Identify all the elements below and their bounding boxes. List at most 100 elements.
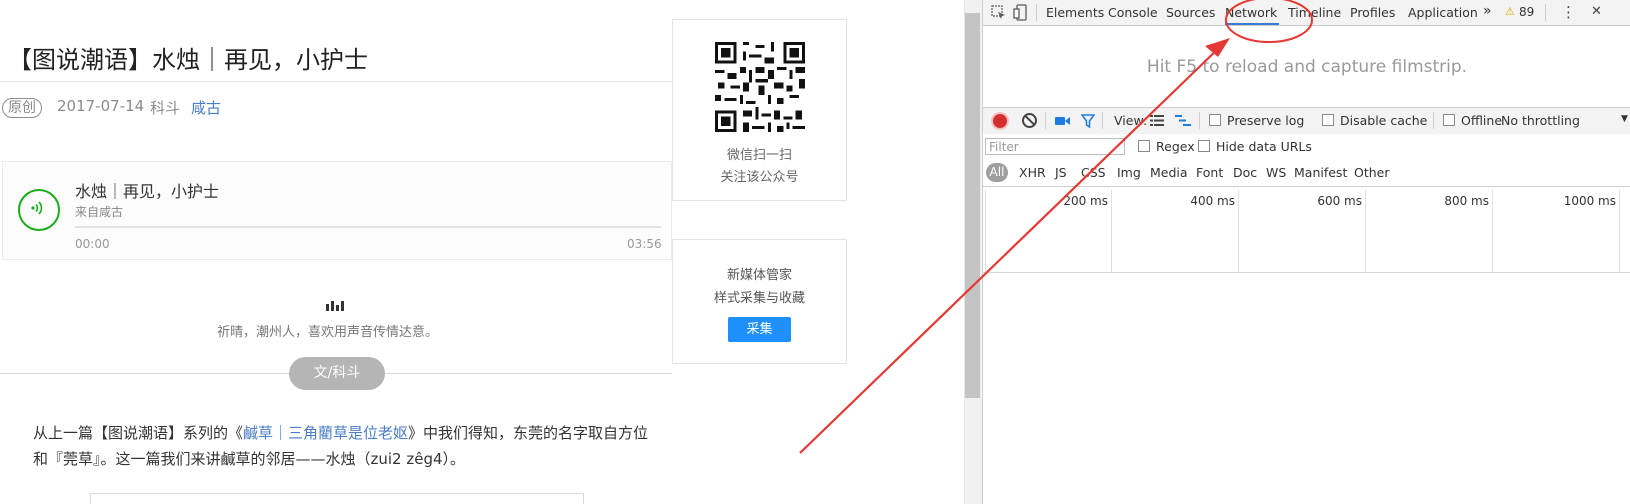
- section-author-pill: 文/科斗: [289, 357, 385, 390]
- title-divider: [0, 81, 672, 82]
- view-label: View:: [1114, 113, 1148, 128]
- filter-icon[interactable]: [1081, 114, 1095, 128]
- close-devtools-icon[interactable]: ✕: [1591, 4, 1602, 19]
- author-link[interactable]: 咸古: [191, 97, 221, 118]
- paragraph-text-start: 从上一篇【图说潮语】系列的《: [33, 424, 244, 442]
- collect-card: 新媒体管家 样式采集与收藏 采集: [672, 239, 847, 364]
- tab-elements[interactable]: Elements: [1046, 5, 1104, 20]
- regex-label: Regex: [1156, 139, 1195, 154]
- type-css[interactable]: CSS: [1081, 165, 1106, 180]
- toolbar-separator: [1102, 112, 1103, 129]
- qr-caption-scan: 微信扫一扫: [726, 148, 792, 163]
- article-pane: 【图说潮语】水烛｜再见，小护士 原创 2017-07-14 科斗 咸古 水烛｜再…: [0, 0, 960, 504]
- large-rows-icon[interactable]: [1150, 115, 1164, 126]
- offline-label: Offline: [1461, 113, 1503, 128]
- soundwave-icon: [326, 301, 348, 311]
- tab-network[interactable]: Network: [1225, 5, 1277, 20]
- timeline-gridline: [1492, 190, 1493, 272]
- inspect-element-icon[interactable]: [991, 5, 1006, 20]
- type-media[interactable]: Media: [1150, 165, 1188, 180]
- type-other[interactable]: Other: [1354, 165, 1390, 180]
- play-audio-icon[interactable]: [18, 189, 60, 231]
- qr-card: 微信扫一扫 关注该公众号: [672, 19, 847, 201]
- tab-console[interactable]: Console: [1108, 5, 1158, 20]
- qr-code-image: [715, 42, 805, 132]
- type-manifest[interactable]: Manifest: [1294, 165, 1347, 180]
- type-js[interactable]: JS: [1055, 165, 1067, 180]
- filter-bar: Filter Regex Hide data URLs: [983, 134, 1630, 160]
- collect-card-title: 新媒体管家: [726, 268, 792, 283]
- collect-button[interactable]: 采集: [728, 317, 791, 342]
- type-font[interactable]: Font: [1196, 165, 1223, 180]
- image-frame: [90, 493, 584, 504]
- qr-caption-follow: 关注该公众号: [720, 170, 799, 185]
- page-scrollbar-thumb[interactable]: [965, 13, 980, 398]
- hide-data-urls-checkbox[interactable]: Hide data URLs: [1198, 139, 1312, 154]
- device-toolbar-icon[interactable]: [1013, 4, 1027, 21]
- tab-profiles[interactable]: Profiles: [1350, 5, 1395, 20]
- timeline-gridline: [1111, 190, 1112, 272]
- record-icon[interactable]: [993, 114, 1007, 128]
- tab-timeline[interactable]: Timeline: [1288, 5, 1341, 20]
- filter-input[interactable]: Filter: [985, 138, 1125, 155]
- toolbar-separator: [1545, 4, 1546, 21]
- toolbar-separator: [1036, 4, 1037, 21]
- collect-card-subtitle: 样式采集与收藏: [713, 291, 805, 306]
- narrator-intro: 祈晴，潮州人，喜欢用声音传情达意。: [217, 325, 439, 340]
- devtools-tab-bar: Elements Console Sources Network Timelin…: [983, 0, 1630, 26]
- tab-application[interactable]: Application: [1408, 5, 1478, 20]
- throttling-dropdown-icon[interactable]: ▼: [1621, 114, 1628, 124]
- devtools-panel: Elements Console Sources Network Timelin…: [982, 0, 1630, 504]
- type-doc[interactable]: Doc: [1233, 165, 1257, 180]
- regex-checkbox[interactable]: Regex: [1138, 139, 1195, 154]
- warning-count[interactable]: 89: [1519, 5, 1534, 19]
- timeline-tick-label: 200 ms: [1063, 194, 1108, 208]
- more-tabs-button[interactable]: »: [1483, 3, 1492, 19]
- disable-cache-label: Disable cache: [1340, 113, 1428, 128]
- network-controls-bar: View: Preserve log Disable cache Offline…: [983, 107, 1630, 135]
- timeline-tick-label: 800 ms: [1444, 194, 1489, 208]
- resource-type-filter: All XHR JS CSS Img Media Font Doc WS Man…: [983, 160, 1630, 187]
- toolbar-separator: [1045, 112, 1046, 129]
- hide-data-urls-label: Hide data URLs: [1216, 139, 1312, 154]
- timeline-gridline: [1238, 190, 1239, 272]
- devtools-menu-icon[interactable]: ⋮: [1561, 3, 1576, 21]
- request-list-empty: [983, 273, 1630, 504]
- filmstrip-area: Hit F5 to reload and capture filmstrip.: [983, 26, 1630, 106]
- publish-date: 2017-07-14: [57, 97, 145, 115]
- type-xhr[interactable]: XHR: [1019, 165, 1046, 180]
- audio-duration: 03:56: [627, 237, 662, 251]
- audio-current-time: 00:00: [75, 237, 110, 251]
- capture-screenshots-icon[interactable]: [1055, 116, 1071, 126]
- audio-title: 水烛｜再见，小护士: [75, 182, 220, 201]
- original-badge: 原创: [2, 98, 42, 118]
- filmstrip-hint: Hit F5 to reload and capture filmstrip.: [1146, 57, 1468, 77]
- type-ws[interactable]: WS: [1266, 165, 1286, 180]
- category-label: 科斗: [150, 99, 181, 117]
- audio-source: 来自咸古: [75, 205, 124, 219]
- timeline-tick-label: 400 ms: [1190, 194, 1235, 208]
- previous-article-link[interactable]: 鹹草｜三角藺草是位老妪: [243, 424, 408, 442]
- timeline-gridline: [1365, 190, 1366, 272]
- audio-progress-track[interactable]: [75, 226, 661, 228]
- network-overview-timeline[interactable]: 200 ms 400 ms 600 ms 800 ms 1000 ms: [983, 190, 1630, 273]
- article-title: 【图说潮语】水烛｜再见，小护士: [8, 46, 368, 74]
- audio-player[interactable]: 水烛｜再见，小护士 来自咸古 00:00 03:56: [2, 161, 672, 260]
- timeline-tick-label: 1000 ms: [1563, 194, 1616, 208]
- type-img[interactable]: Img: [1117, 165, 1141, 180]
- preserve-log-label: Preserve log: [1227, 113, 1305, 128]
- article-paragraph: 从上一篇【图说潮语】系列的《鹹草｜三角藺草是位老妪》中我们得知，东莞的名字取自方…: [33, 420, 653, 472]
- active-tab-indicator: [1225, 23, 1279, 25]
- timeline-gridline: [1619, 190, 1620, 272]
- timeline-gridline: [985, 190, 986, 272]
- disable-cache-checkbox[interactable]: Disable cache: [1322, 113, 1427, 128]
- toolbar-separator: [1199, 112, 1200, 129]
- timeline-tick-label: 600 ms: [1317, 194, 1362, 208]
- warning-icon[interactable]: ⚠: [1505, 5, 1515, 18]
- offline-checkbox[interactable]: Offline: [1443, 113, 1502, 128]
- waterfall-overview-icon[interactable]: [1175, 115, 1191, 126]
- tab-sources[interactable]: Sources: [1166, 5, 1215, 20]
- throttling-select[interactable]: No throttling: [1501, 113, 1580, 128]
- type-all[interactable]: All: [986, 163, 1008, 182]
- preserve-log-checkbox[interactable]: Preserve log: [1209, 113, 1304, 128]
